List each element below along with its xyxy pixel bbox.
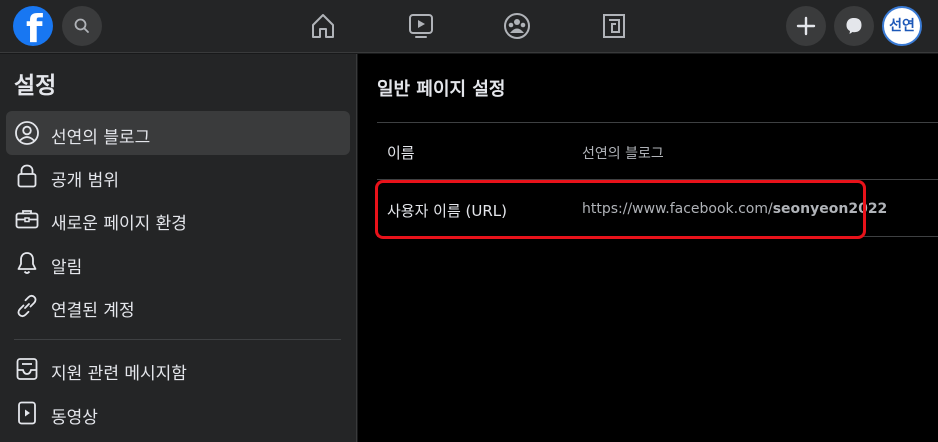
messenger-icon	[846, 18, 862, 34]
sidebar-item-support-inbox[interactable]: 지원 관련 메시지함	[6, 347, 350, 391]
sidebar-item-label: 새로운 페이지 환경	[51, 214, 187, 234]
link-icon	[17, 294, 37, 318]
account-avatar[interactable]: 선연	[882, 6, 922, 46]
sidebar-item-notifications[interactable]: 알림	[6, 241, 350, 285]
video-icon	[18, 401, 36, 425]
search-icon	[74, 18, 89, 33]
nav-home-button[interactable]	[305, 9, 341, 43]
settings-sidebar: 설정 선연의 블로그 공개 범위 새로운 페이지 환경 알림 연결된 계정 지원…	[0, 54, 357, 442]
sidebar-item-videos[interactable]: 동영상	[6, 391, 350, 435]
nav-gaming-button[interactable]	[596, 9, 632, 43]
sidebar-item-label: 동영상	[51, 408, 98, 428]
profile-icon	[15, 121, 39, 145]
groups-icon	[504, 13, 530, 39]
sidebar-item-page-profile[interactable]: 선연의 블로그	[6, 111, 350, 155]
briefcase-icon	[15, 210, 39, 229]
main-content: 일반 페이지 설정 이름 선연의 블로그 사용자 이름 (URL) https:…	[358, 54, 938, 442]
plus-icon	[796, 16, 816, 36]
sidebar-item-label: 선연의 블로그	[51, 128, 151, 148]
home-icon	[312, 14, 334, 38]
bell-icon	[17, 252, 37, 274]
facebook-logo[interactable]: f	[13, 6, 53, 46]
facebook-logo-letter: f	[26, 7, 43, 46]
sidebar-item-label: 지원 관련 메시지함	[51, 364, 187, 384]
top-navigation-bar: f 선연	[0, 0, 938, 53]
sidebar-item-linked-accounts[interactable]: 연결된 계정	[6, 284, 350, 328]
nav-watch-button[interactable]	[403, 9, 439, 43]
watch-icon	[409, 14, 433, 38]
row-value: 선연의 블로그	[582, 146, 664, 162]
avatar-text: 선연	[889, 18, 915, 34]
nav-groups-button[interactable]	[499, 9, 535, 43]
sidebar-item-label: 공개 범위	[51, 171, 119, 191]
gaming-icon	[603, 14, 625, 38]
search-button[interactable]	[62, 6, 102, 46]
divider	[377, 122, 938, 123]
sidebar-title: 설정	[14, 73, 57, 99]
row-label: 이름	[387, 144, 415, 162]
messenger-button[interactable]	[834, 6, 874, 46]
sidebar-divider	[14, 339, 341, 340]
page-title: 일반 페이지 설정	[377, 79, 506, 100]
sidebar-item-label: 연결된 계정	[51, 301, 135, 321]
lock-icon	[17, 164, 37, 188]
inbox-icon	[16, 358, 38, 380]
sidebar-item-new-pages-experience[interactable]: 새로운 페이지 환경	[6, 197, 350, 241]
create-button[interactable]	[786, 6, 826, 46]
highlight-annotation	[375, 180, 866, 239]
sidebar-item-privacy[interactable]: 공개 범위	[6, 154, 350, 198]
sidebar-item-label: 알림	[51, 258, 83, 278]
